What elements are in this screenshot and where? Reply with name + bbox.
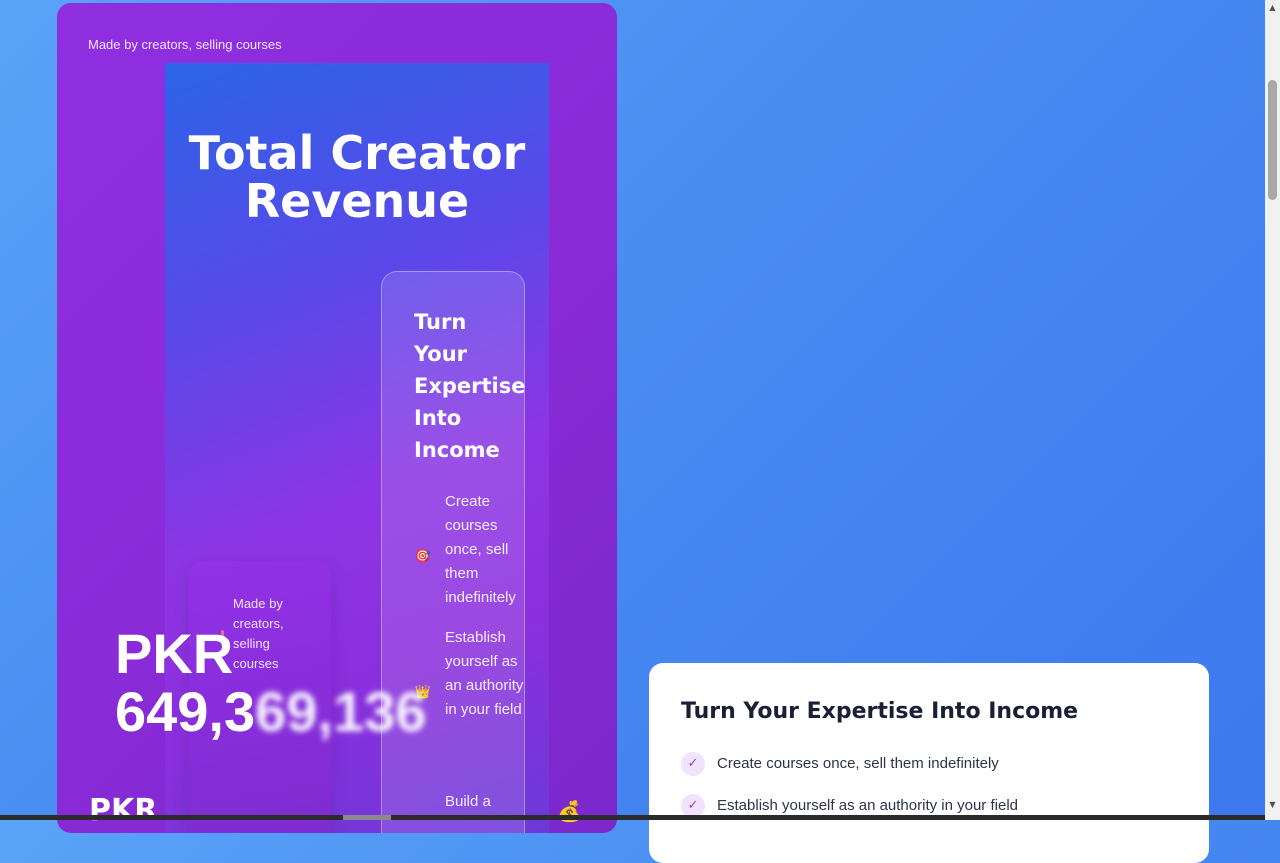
promo-tagline: Made by creators, selling courses <box>88 37 282 52</box>
check-icon: ✓ <box>681 752 705 776</box>
outer-currency-label: PKR <box>89 793 158 828</box>
expertise-title: Turn Your Expertise Into Income <box>681 699 1079 724</box>
benefit-text: Create courses once, sell them indefinit… <box>445 493 516 606</box>
revenue-title-line2: Revenue <box>244 174 470 228</box>
revenue-title-line1: Total Creator <box>188 126 526 180</box>
scroll-up-arrow-icon[interactable]: ▲ <box>1265 0 1280 15</box>
currency-label: PKR <box>115 622 234 685</box>
vertical-scrollbar[interactable]: ▲ ▼ <box>1265 0 1280 820</box>
benefits-title: Turn Your Expertise Into Income <box>414 310 526 462</box>
benefit-text: Establish yourself as an authority in yo… <box>445 629 524 718</box>
expertise-item-text: Establish yourself as an authority in yo… <box>717 797 1018 814</box>
scroll-down-arrow-icon[interactable]: ▼ <box>1265 797 1280 812</box>
benefit-text: Build a <box>445 793 491 810</box>
horizontal-scrollbar[interactable] <box>0 815 1265 820</box>
revenue-title: Total Creator Revenue <box>165 129 549 225</box>
amount-blurred: 69,136 <box>255 680 427 743</box>
benefits-card: Turn Your Expertise Into Income 🎯 Create… <box>381 271 526 833</box>
revenue-amount: PKR 649,369,136 <box>115 625 455 741</box>
promo-card: Made by creators, selling courses Total … <box>57 3 617 833</box>
horizontal-scroll-thumb[interactable] <box>343 815 391 820</box>
scroll-thumb[interactable] <box>1268 80 1277 200</box>
expertise-item-text: Create courses once, sell them indefinit… <box>717 755 999 772</box>
target-icon: 🎯 <box>414 549 432 564</box>
expertise-panel: Turn Your Expertise Into Income ✓ Create… <box>649 663 1209 863</box>
amount-visible: 649,3 <box>115 680 256 743</box>
